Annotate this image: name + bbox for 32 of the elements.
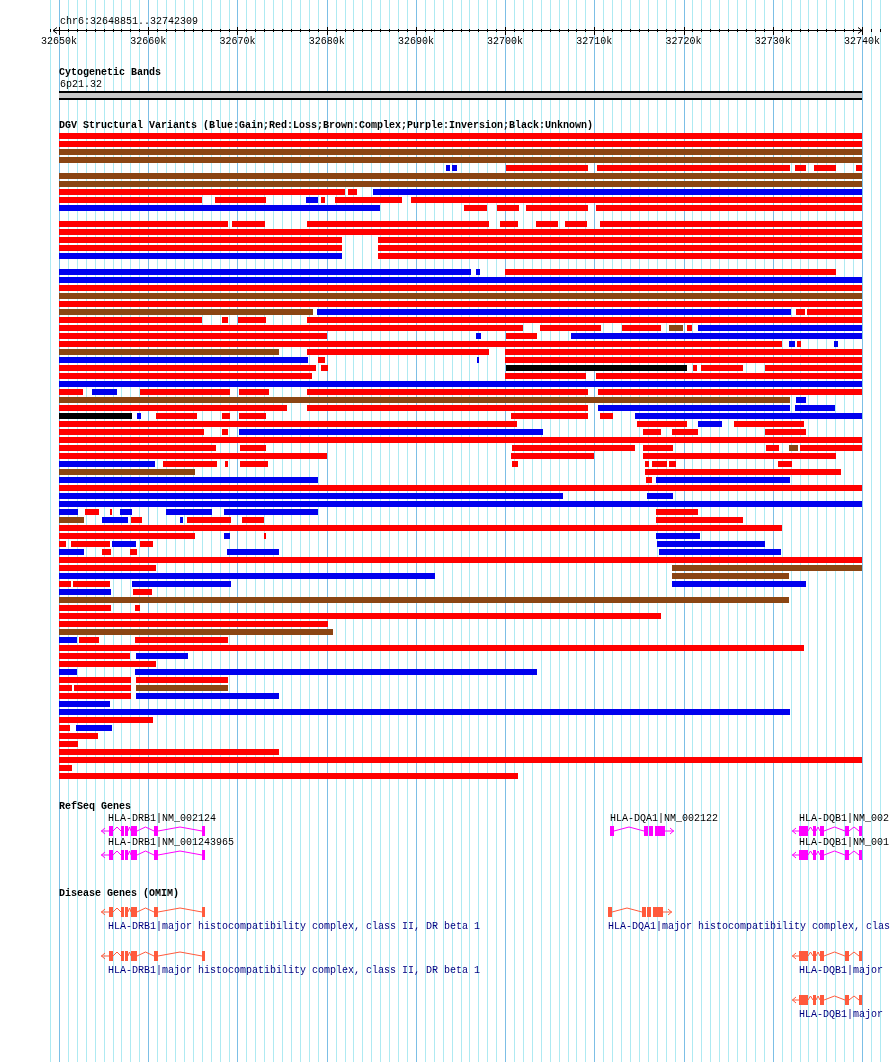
track-title: Cytogenetic Bands	[59, 67, 162, 79]
tick-label: 32700k	[487, 36, 524, 47]
tick-label: 32740k	[844, 36, 880, 47]
gene-label: HLA-DQB1|NM_002	[799, 813, 889, 825]
gene-model-drawing	[610, 825, 675, 837]
tick-label: 32670k	[219, 36, 256, 47]
gene-model-drawing	[792, 994, 864, 1006]
track-title: RefSeq Genes	[59, 801, 131, 813]
gene-model-drawing	[792, 950, 864, 962]
gene-model-drawing	[792, 849, 864, 861]
tick-label: 32650k	[41, 36, 77, 47]
gene-label: HLA-DQB1|major	[799, 1009, 883, 1021]
gene-label: HLA-DRB1|NM_001243965	[108, 837, 235, 849]
gene-label: HLA-DRB1|major histocompatibility complex, class II, DR beta 1	[108, 921, 481, 933]
gene-label: HLA-DQA1|NM_002122	[610, 813, 719, 825]
tick-label: 32720k	[665, 36, 702, 47]
tick-label: 32690k	[397, 36, 434, 47]
gene-label: HLA-DQA1|major histocompatibility complex, clas	[608, 921, 890, 933]
gene-label: HLA-DQB1|major	[799, 965, 883, 977]
tick-label: 32730k	[754, 36, 791, 47]
gene-label: HLA-DRB1|major histocompatibility complex, class II, DR beta 1	[108, 965, 481, 977]
tick-label: 32660k	[130, 36, 167, 47]
track-title: Disease Genes (OMIM)	[59, 888, 180, 900]
tick-label: 32680k	[308, 36, 345, 47]
region-label: chr6:32648851..32742309	[60, 16, 199, 27]
band-label: 6p21.32	[60, 79, 102, 91]
track-title: DGV Structural Variants (Blue:Gain;Red:Loss;Brown:Complex;Purple:Inversion;Black:Unknown)	[59, 120, 594, 132]
tick-label: 32710k	[576, 36, 613, 47]
gene-label: HLA-DRB1|NM_002124	[108, 813, 217, 825]
gene-model-drawing	[792, 825, 864, 837]
gene-label: HLA-DQB1|NM_001	[799, 837, 889, 849]
gene-model-drawing	[608, 906, 673, 918]
